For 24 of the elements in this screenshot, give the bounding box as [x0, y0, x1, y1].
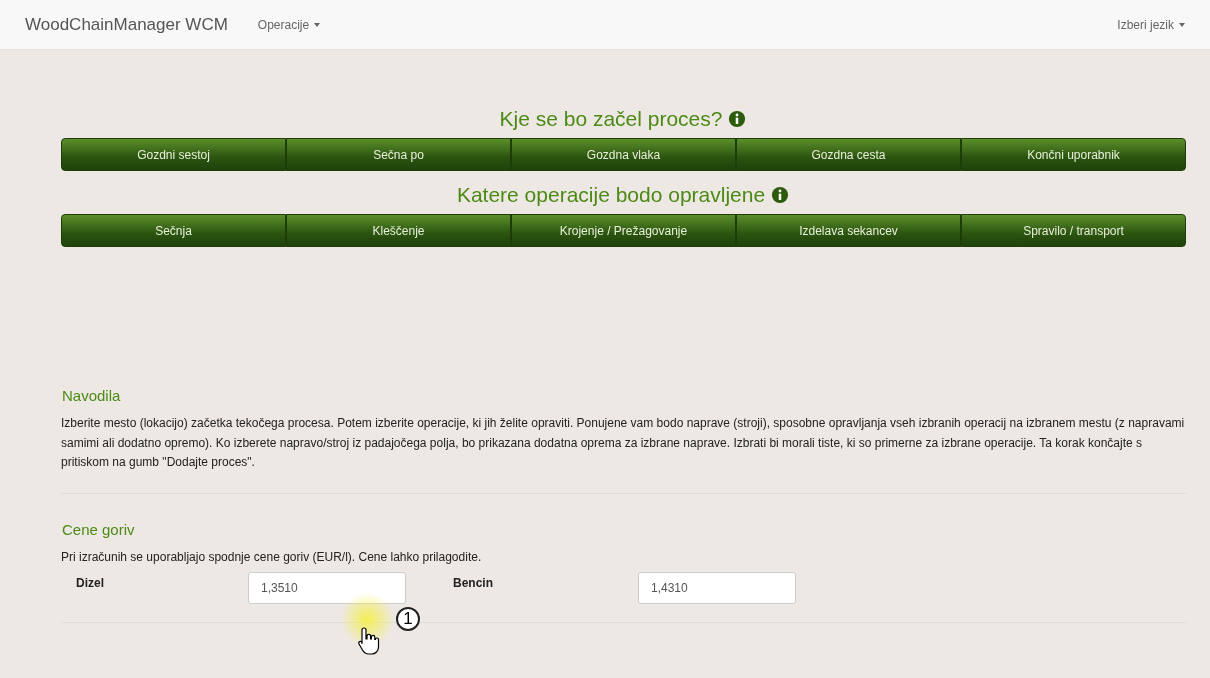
step-marker: 1 — [396, 607, 420, 631]
option-button[interactable]: Spravilo / transport — [961, 214, 1186, 247]
option-button[interactable]: Gozdni sestoj — [61, 138, 286, 171]
section-heading: Cene goriv — [62, 520, 136, 538]
instructions-text: Izberite mesto (lokacijo) začetka tekočega procesa. Potem izberite operacije, ki jih želite opraviti. Ponujene vam bodo naprave (stroji), sposobne opravljanja vseh izbranih operacij na izbranem mestu (z napravami samimi ali dodatno opremo). Ko izberete napravo/stroj iz padajočega polja, bo prikazana dodatna oprema za izbrane naprave. Izbrati bi morali tiste, ki so primerne za izbrane operacije. Ta korak končajte s pritiskom na gumb "Dodajte proces". — [61, 415, 1186, 471]
field-label: Bencin — [453, 575, 494, 590]
option-button[interactable]: Kleščenje — [286, 214, 511, 247]
fuel-description: Pri izračunih se uporabljajo spodnje cene goriv (EUR/l). Cene lahko prilagodite. — [61, 548, 483, 566]
option-button[interactable]: Gozdna cesta — [736, 138, 961, 171]
option-button[interactable]: Krojenje / Prežagovanje — [511, 214, 736, 247]
price-field[interactable]: 1,3510 — [248, 572, 406, 604]
option-button[interactable]: Izdelava sekancev — [736, 214, 961, 247]
section-heading: Navodila — [62, 387, 122, 404]
price-field[interactable]: 1,4310 — [638, 572, 796, 604]
option-button[interactable]: Sečnja — [61, 214, 286, 247]
field-label: Dizel — [75, 575, 105, 590]
brand-link[interactable]: WoodChainManager WCM — [25, 14, 228, 35]
section-title: Katere operacije bodo opravljene — [456, 183, 766, 207]
operations-menu[interactable]: Operacije — [257, 17, 321, 32]
option-button[interactable]: Sečna po — [286, 138, 511, 171]
option-button[interactable]: Končni uporabnik — [961, 138, 1186, 171]
option-button[interactable]: Gozdna vlaka — [511, 138, 736, 171]
section-title: Kje se bo začel proces? — [499, 107, 723, 131]
language-menu[interactable]: Izberi jezik — [1117, 17, 1185, 32]
